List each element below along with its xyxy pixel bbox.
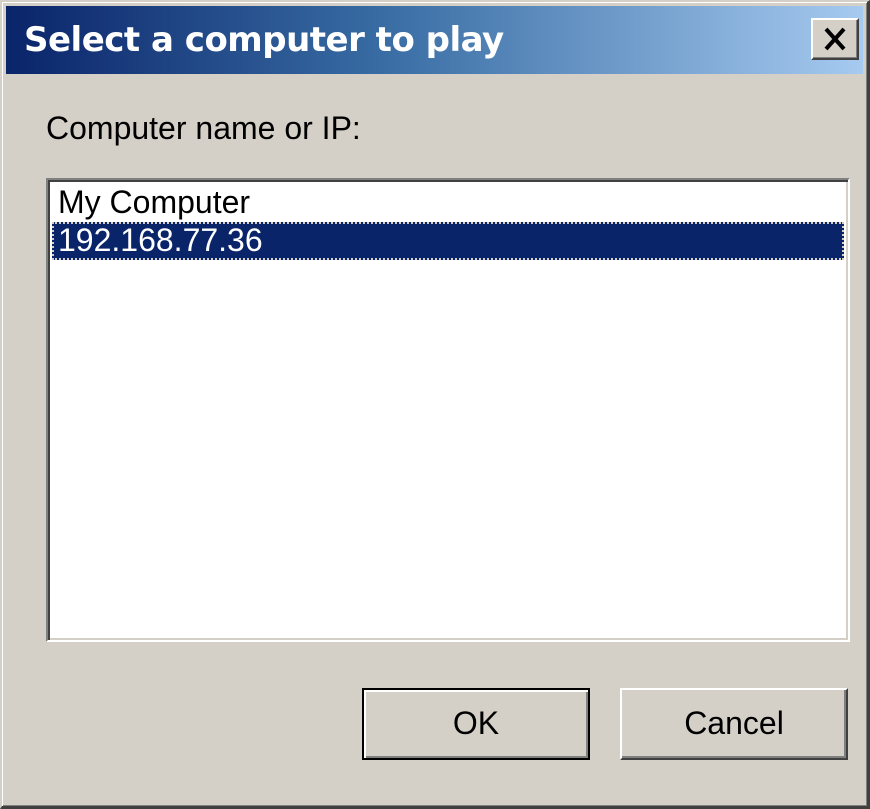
- close-button[interactable]: [811, 18, 859, 60]
- select-computer-dialog: Select a computer to play Computer name …: [0, 0, 870, 809]
- computer-list[interactable]: My Computer 192.168.77.36: [46, 178, 850, 642]
- computer-name-label: Computer name or IP:: [46, 110, 361, 146]
- cancel-button[interactable]: Cancel: [620, 688, 848, 760]
- ok-button[interactable]: OK: [362, 688, 590, 760]
- close-icon: [824, 27, 846, 51]
- title-bar[interactable]: Select a computer to play: [6, 6, 863, 74]
- dialog-title: Select a computer to play: [24, 20, 504, 60]
- list-item-ip-address[interactable]: 192.168.77.36: [52, 222, 844, 260]
- list-item-my-computer[interactable]: My Computer: [52, 184, 844, 222]
